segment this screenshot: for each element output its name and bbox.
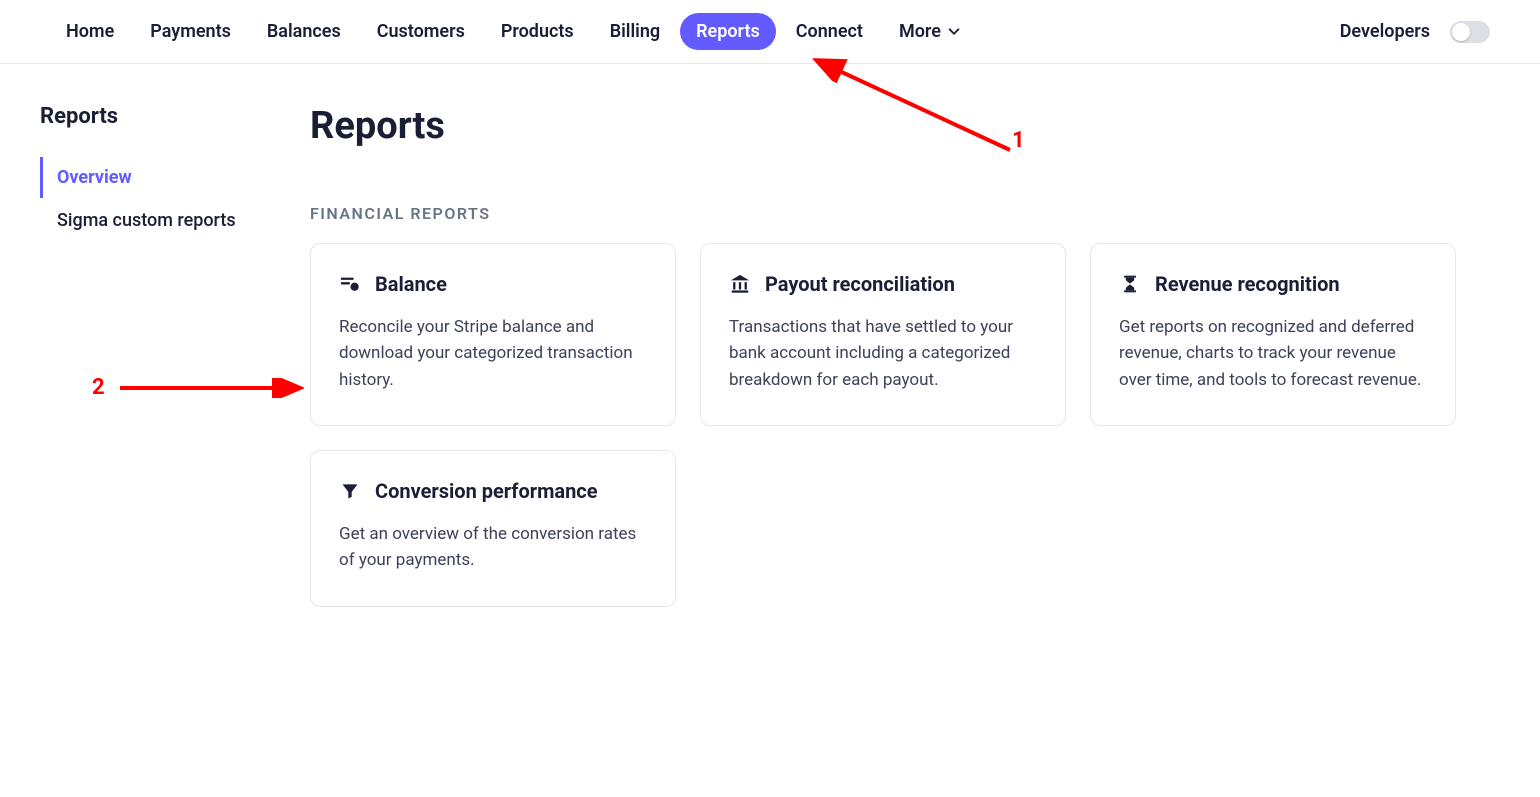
bank-icon [729,273,751,295]
sidebar-item-sigma[interactable]: Sigma custom reports [40,200,280,241]
sidebar-title: Reports [40,104,280,129]
balance-icon [339,273,361,295]
nav-billing[interactable]: Billing [594,13,676,50]
main-content: Reports FINANCIAL REPORTS Balance Reconc… [310,104,1490,607]
page-title: Reports [310,104,1490,148]
nav-more-label: More [899,21,941,42]
card-payout-reconciliation[interactable]: Payout reconciliation Transactions that … [700,243,1066,426]
card-conversion-performance[interactable]: Conversion performance Get an overview o… [310,450,676,607]
funnel-icon [339,480,361,502]
nav-products[interactable]: Products [485,13,590,50]
chevron-down-icon [947,25,961,39]
sidebar-item-overview[interactable]: Overview [40,157,280,198]
nav-more[interactable]: More [883,13,977,50]
nav-home[interactable]: Home [50,13,130,50]
developers-label[interactable]: Developers [1340,21,1430,42]
card-balance[interactable]: Balance Reconcile your Stripe balance an… [310,243,676,426]
hourglass-icon [1119,273,1141,295]
card-title: Conversion performance [375,479,598,503]
card-title: Balance [375,272,447,296]
card-title: Revenue recognition [1155,272,1340,296]
section-label: FINANCIAL REPORTS [310,204,1490,223]
nav-balances[interactable]: Balances [251,13,357,50]
nav-reports[interactable]: Reports [680,13,776,50]
sidebar: Reports Overview Sigma custom reports [40,104,280,607]
nav-payments[interactable]: Payments [134,13,247,50]
nav-customers[interactable]: Customers [361,13,481,50]
cards-grid: Balance Reconcile your Stripe balance an… [310,243,1490,607]
card-title: Payout reconciliation [765,272,955,296]
top-nav: Home Payments Balances Customers Product… [0,0,1540,64]
card-desc: Transactions that have settled to your b… [729,314,1037,393]
test-mode-toggle[interactable] [1450,21,1490,43]
card-desc: Reconcile your Stripe balance and downlo… [339,314,647,393]
card-desc: Get an overview of the conversion rates … [339,521,647,574]
card-desc: Get reports on recognized and deferred r… [1119,314,1427,393]
card-revenue-recognition[interactable]: Revenue recognition Get reports on recog… [1090,243,1456,426]
nav-connect[interactable]: Connect [780,13,879,50]
